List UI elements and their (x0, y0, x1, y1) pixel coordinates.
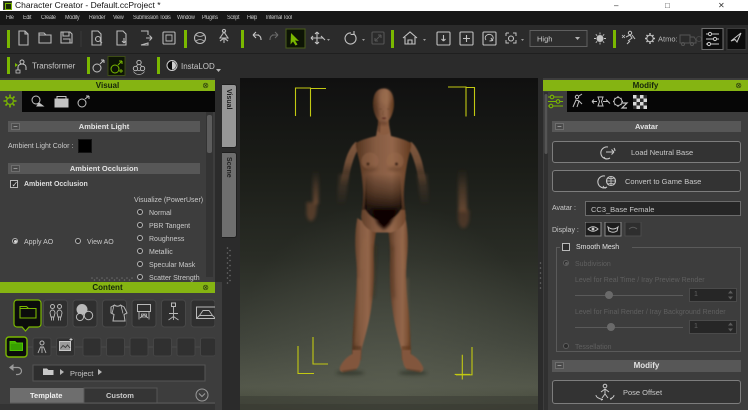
svg-text:Load Neutral Base: Load Neutral Base (631, 148, 693, 157)
svg-text:Transformer: Transformer (32, 62, 76, 71)
svg-text:Custom: Custom (106, 391, 134, 400)
svg-text:Atmo:: Atmo: (658, 35, 678, 44)
svg-text:High: High (537, 35, 552, 44)
svg-text:Project: Project (70, 369, 94, 378)
svg-text:Convert to Game Base: Convert to Game Base (625, 177, 701, 186)
svg-text:InstaLOD: InstaLOD (181, 62, 215, 71)
svg-text:Template: Template (30, 391, 62, 400)
svg-text:Pose Offset: Pose Offset (623, 388, 663, 397)
